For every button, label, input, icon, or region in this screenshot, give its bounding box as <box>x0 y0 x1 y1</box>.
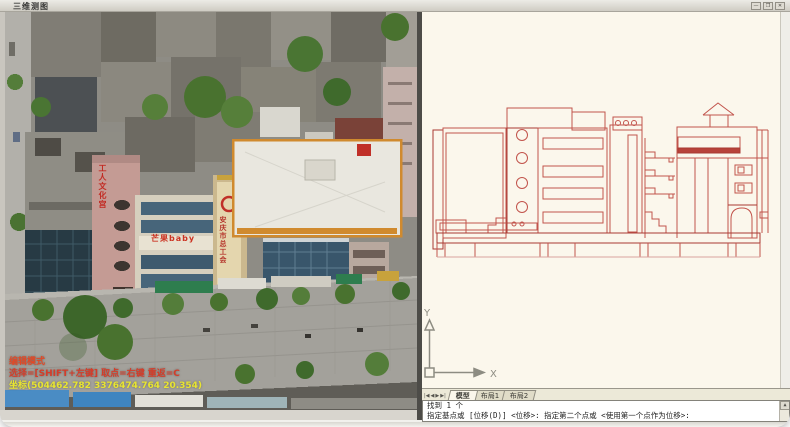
sign-trade-union: 安庆市总工会 <box>219 216 226 291</box>
close-icon[interactable]: ✕ <box>775 2 785 10</box>
tab-last-icon[interactable]: ▶| <box>440 393 446 399</box>
ucs-x-label: X <box>490 369 497 380</box>
tab-first-icon[interactable]: |◀ <box>424 393 430 399</box>
command-history-line: 找到 1 个 <box>427 401 777 411</box>
window-title: 三维测图 <box>13 1 49 12</box>
cad-viewport[interactable]: Y X <box>422 12 781 388</box>
command-prompt-line: 指定基点或 [位移(D)] <位移>: 指定第二个点或 <使用第一个点作为位移>… <box>427 411 777 421</box>
command-line-area[interactable]: 找到 1 个 指定基点或 [位移(D)] <位移>: 指定第二个点或 <使用第一… <box>422 400 790 422</box>
command-scrollbar[interactable]: ▲ <box>779 401 789 421</box>
coordinate-readout: 坐标(504462.782 3376474.764 20.354) <box>9 380 202 392</box>
restore-icon[interactable]: ❐ <box>763 2 773 10</box>
aerial-photo <box>5 12 417 410</box>
tab-layout2[interactable]: 布局2 <box>502 390 537 400</box>
tab-prev-icon[interactable]: ◀ <box>431 393 435 399</box>
viewport-overlay-text: 编辑模式 选择=[SHIFT+左键] 取点=右键 重返=C 坐标(504462.… <box>9 356 202 392</box>
ucs-axis-icon: Y X <box>422 308 502 388</box>
screenshot-bottom-edge <box>0 422 790 427</box>
scroll-up-icon[interactable]: ▲ <box>780 401 790 410</box>
minimize-icon[interactable]: — <box>751 2 761 10</box>
white-roof <box>233 140 401 236</box>
tab-nav-buttons: |◀ ◀ ▶ ▶| <box>422 393 449 400</box>
edit-mode-label: 编辑模式 <box>9 356 202 368</box>
layout-tab-bar: |◀ ◀ ▶ ▶| 模型 布局1 布局2 <box>422 388 790 400</box>
photo-panel-frame: 工人文化宫 安庆市总工会 芒果baby 编辑模式 选择=[SHIFT+左键] 取… <box>0 12 417 420</box>
tab-model[interactable]: 模型 <box>448 390 478 400</box>
mouse-hint-label: 选择=[SHIFT+左键] 取点=右键 重返=C <box>9 368 202 380</box>
cad-right-edge <box>781 12 790 420</box>
window-controls: — ❐ ✕ <box>751 2 785 10</box>
sign-mango-baby: 芒果baby <box>151 233 195 244</box>
tab-next-icon[interactable]: ▶ <box>435 393 439 399</box>
ucs-y-label: Y <box>423 308 431 319</box>
sign-workers-cultural-palace: 工人文化宫 <box>98 164 106 259</box>
photo-bottom-strip <box>0 410 417 420</box>
aerial-photo-viewport[interactable]: 工人文化宫 安庆市总工会 芒果baby 编辑模式 选择=[SHIFT+左键] 取… <box>5 12 417 410</box>
title-bar: 三维测图 — ❐ ✕ <box>0 0 790 12</box>
app-window: 三维测图 — ❐ ✕ <box>0 0 790 427</box>
